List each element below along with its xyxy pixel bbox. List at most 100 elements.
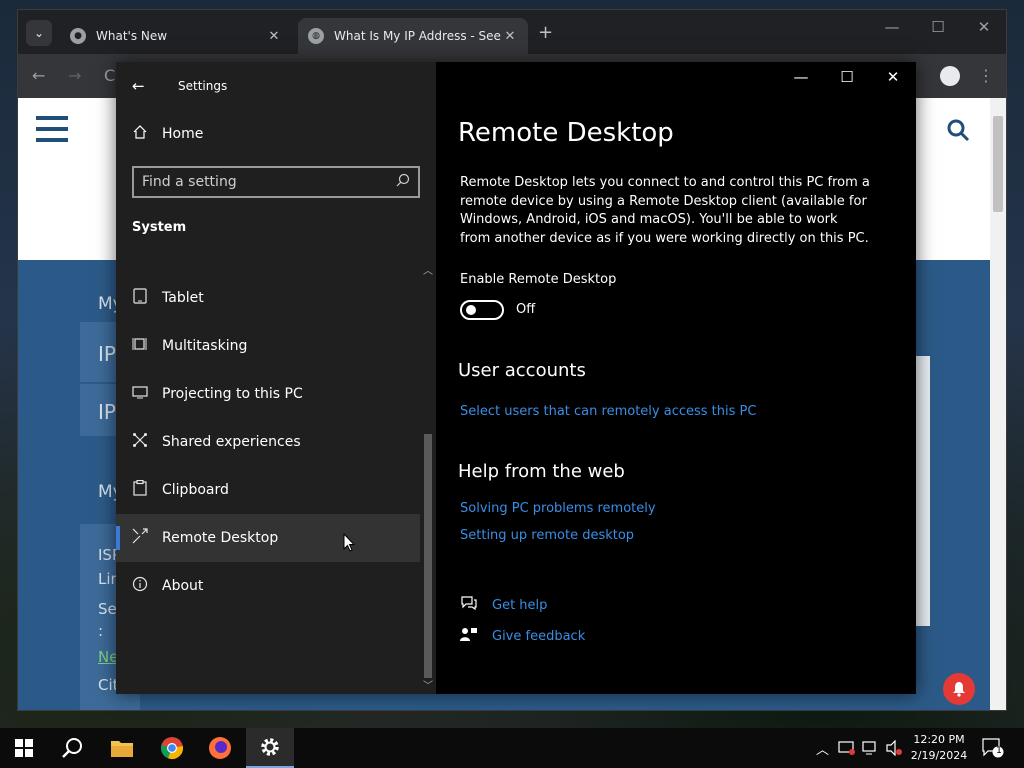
reload-icon[interactable]: C: [104, 66, 115, 85]
hamburger-menu-icon[interactable]: [36, 116, 68, 142]
menu-kebab-icon[interactable]: ⋮: [978, 66, 994, 85]
nav-item-clipboard[interactable]: Clipboard: [116, 466, 420, 514]
tab-search-button[interactable]: ⌄: [26, 20, 52, 46]
gear-icon: [261, 738, 279, 756]
search-icon[interactable]: [946, 118, 970, 142]
enable-remote-desktop-toggle[interactable]: [460, 300, 504, 320]
nav-item-about[interactable]: About: [116, 562, 420, 610]
clock-time: 12:20 PM: [913, 733, 965, 746]
nav-item-remote-desktop[interactable]: Remote Desktop: [116, 514, 420, 562]
back-arrow-icon[interactable]: ←: [132, 77, 152, 95]
feedback-icon: [460, 626, 478, 646]
remote-desktop-description: Remote Desktop lets you connect to and c…: [460, 175, 870, 246]
user-accounts-heading: User accounts: [458, 360, 586, 381]
nav-item-label: Projecting to this PC: [162, 386, 303, 402]
firefox-taskbar-button[interactable]: [196, 728, 244, 768]
page-scrollbar[interactable]: [990, 98, 1006, 710]
volume-muted-icon[interactable]: [886, 728, 904, 768]
nav-scrollbar[interactable]: ︿ ﹀: [420, 262, 436, 694]
nav-item-multitasking[interactable]: Multitasking: [116, 322, 420, 370]
file-explorer-button[interactable]: [98, 728, 146, 768]
nav-item-projecting[interactable]: Projecting to this PC: [116, 370, 420, 418]
taskbar-search-button[interactable]: [48, 728, 96, 768]
multitasking-icon: [132, 336, 148, 356]
map-image: [914, 356, 930, 626]
network-status-icon[interactable]: [838, 728, 856, 768]
projecting-icon: [132, 384, 148, 404]
home-nav-item[interactable]: Home: [132, 124, 203, 144]
windows-logo-icon: [15, 739, 33, 757]
nav-item-label: Shared experiences: [162, 434, 301, 450]
settings-nav-pane: ← Settings Home System Tablet: [116, 62, 436, 694]
nav-item-label: Multitasking: [162, 338, 248, 354]
tab-ip-address[interactable]: ◍ What Is My IP Address - See Your ✕: [298, 18, 528, 54]
tab-strip: ⌄ ● What's New ✕ ◍ What Is My IP Address…: [18, 10, 1006, 54]
scroll-thumb[interactable]: [424, 434, 432, 678]
settings-title-bar: ← Settings: [132, 70, 227, 102]
globe-icon: ◍: [308, 28, 324, 44]
maximize-button[interactable]: ☐: [824, 68, 870, 86]
scroll-down-icon[interactable]: ﹀: [423, 677, 433, 692]
page-text: :: [98, 622, 104, 640]
back-icon[interactable]: ←: [32, 66, 45, 85]
action-center-button[interactable]: 1: [982, 728, 1004, 768]
forward-icon[interactable]: →: [68, 66, 81, 85]
nav-item-tablet[interactable]: Tablet: [116, 274, 420, 322]
maximize-button[interactable]: ☐: [916, 18, 960, 36]
enable-remote-desktop-label: Enable Remote Desktop: [460, 272, 617, 287]
minimize-button[interactable]: —: [778, 68, 824, 86]
settings-search-box[interactable]: [132, 166, 420, 198]
notification-bell-icon[interactable]: [943, 673, 975, 705]
nav-item-label: Remote Desktop: [162, 530, 279, 546]
profile-icon[interactable]: [940, 66, 960, 86]
info-icon: [132, 576, 148, 596]
chrome-taskbar-button[interactable]: [148, 728, 196, 768]
window-title: Settings: [178, 79, 228, 93]
help-from-web-heading: Help from the web: [458, 461, 625, 482]
start-button[interactable]: [0, 728, 48, 768]
settings-nav-list: Tablet Multitasking Projecting to this P…: [116, 274, 420, 610]
solving-pc-problems-link[interactable]: Solving PC problems remotely: [460, 501, 656, 516]
page-text: IP: [98, 342, 116, 366]
close-button[interactable]: ✕: [870, 68, 916, 86]
tab-whats-new[interactable]: ● What's New ✕: [60, 18, 292, 54]
minimize-button[interactable]: —: [870, 18, 914, 36]
search-input[interactable]: [142, 174, 396, 190]
notification-count-badge: 1: [996, 746, 1002, 756]
tab-title: What Is My IP Address - See Your: [334, 29, 502, 43]
setting-up-remote-desktop-link[interactable]: Setting up remote desktop: [460, 528, 634, 543]
nav-item-label: Tablet: [162, 290, 204, 306]
new-tab-button[interactable]: +: [538, 22, 553, 43]
close-window-button[interactable]: ✕: [962, 18, 1006, 36]
nav-item-label: About: [162, 578, 204, 594]
system-clock[interactable]: 12:20 PM 2/19/2024: [904, 732, 974, 764]
taskbar: ︿ 12:20 PM 2/19/2024 1: [0, 728, 1024, 768]
page-title: Remote Desktop: [458, 118, 674, 148]
give-feedback-label: Give feedback: [492, 628, 586, 644]
settings-window: ← Settings Home System Tablet: [116, 62, 916, 694]
search-icon[interactable]: [396, 173, 410, 191]
scroll-up-icon[interactable]: ︿: [423, 262, 433, 277]
home-label: Home: [162, 126, 204, 142]
get-help-link[interactable]: Get help: [460, 595, 547, 615]
page-text: IP: [98, 400, 116, 424]
chrome-logo-icon: [161, 737, 183, 760]
nav-item-shared-experiences[interactable]: Shared experiences: [116, 418, 420, 466]
select-users-link[interactable]: Select users that can remotely access th…: [460, 404, 756, 419]
folder-icon: [111, 741, 133, 757]
shared-experiences-icon: [132, 432, 148, 452]
settings-content-pane: — ☐ ✕ Remote Desktop Remote Desktop lets…: [436, 62, 916, 694]
nav-item-label: Clipboard: [162, 482, 229, 498]
remote-desktop-icon: [132, 528, 148, 548]
give-feedback-link[interactable]: Give feedback: [460, 626, 585, 646]
section-label: System: [132, 220, 187, 235]
clock-date: 2/19/2024: [910, 749, 968, 762]
page-text: Se: [98, 600, 117, 618]
chrome-favicon-icon: ●: [70, 28, 86, 44]
chat-help-icon: [460, 595, 478, 615]
settings-taskbar-button[interactable]: [246, 728, 294, 768]
close-icon[interactable]: ✕: [502, 29, 518, 44]
show-hidden-icons-chevron-icon[interactable]: ︿: [816, 728, 829, 768]
close-icon[interactable]: ✕: [266, 29, 282, 44]
ethernet-icon[interactable]: [862, 728, 880, 768]
